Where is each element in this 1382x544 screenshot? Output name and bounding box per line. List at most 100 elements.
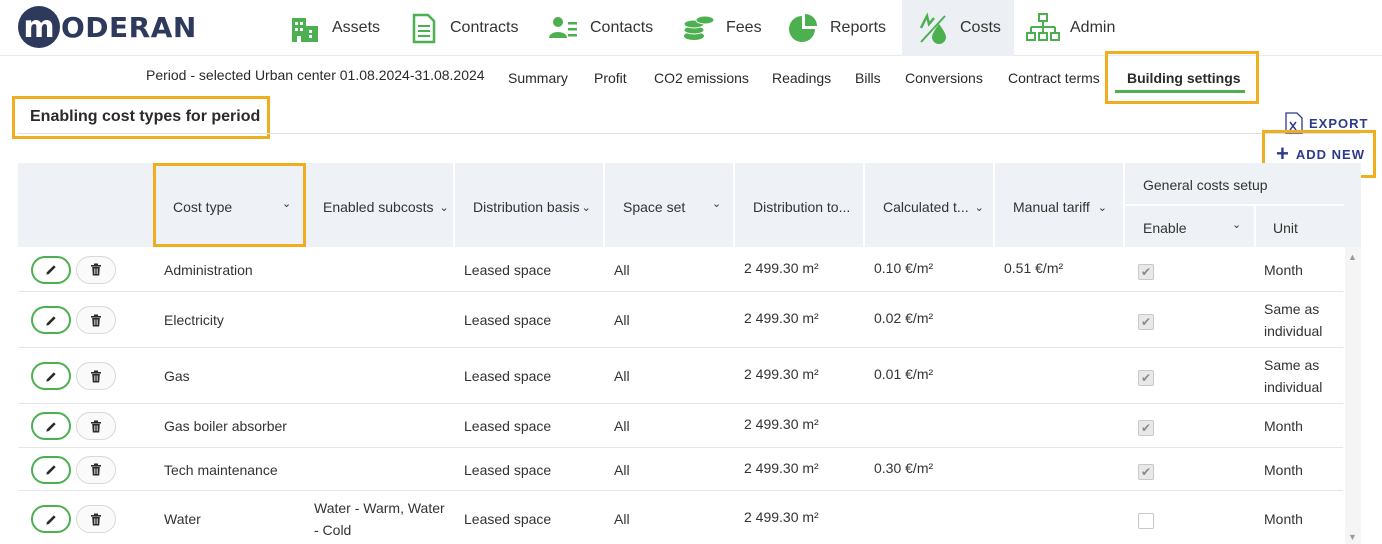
nav-contracts[interactable]: Contracts — [406, 0, 518, 56]
cell-space-set: All — [614, 261, 630, 278]
header-unit: Unit — [1273, 220, 1298, 236]
moderan-logo[interactable]: m ODERAN — [18, 6, 197, 48]
edit-button[interactable] — [31, 255, 71, 284]
highlight-building-settings — [1105, 51, 1259, 104]
nav-contacts[interactable]: Contacts — [546, 0, 653, 56]
nav-costs[interactable]: Costs — [902, 0, 1014, 56]
header-distribution-total[interactable]: Distribution to... — [753, 199, 850, 215]
edit-button[interactable] — [31, 505, 71, 533]
cell-distribution-basis: Leased space — [464, 418, 552, 434]
table-row: Tech maintenance Leased space All 2 499.… — [18, 448, 1343, 491]
cell-space-set: All — [614, 511, 630, 527]
contacts-icon — [546, 11, 580, 45]
coins-icon — [682, 11, 716, 45]
edit-button[interactable] — [31, 412, 71, 440]
plus-icon: + — [1276, 141, 1290, 166]
tab-summary[interactable]: Summary — [508, 70, 568, 86]
tab-profit[interactable]: Profit — [594, 70, 627, 86]
tab-contract-terms[interactable]: Contract terms — [1008, 70, 1100, 86]
enable-checkbox[interactable]: ✔ — [1138, 463, 1154, 480]
cell-space-set: All — [614, 312, 630, 328]
vertical-scrollbar[interactable] — [1345, 247, 1361, 544]
cell-manual-tariff: 0.51 €/m² — [1004, 259, 1064, 276]
header-space-set[interactable]: Space set — [623, 199, 685, 215]
delete-button[interactable] — [76, 306, 116, 334]
header-enable[interactable]: Enable — [1143, 220, 1187, 236]
cell-distribution-basis: Leased space — [464, 368, 552, 384]
edit-button[interactable] — [31, 306, 71, 334]
cell-distribution-basis: Leased space — [464, 511, 552, 527]
header-separator — [453, 163, 455, 247]
header-manual-tariff[interactable]: Manual tariff ⌄ — [1013, 199, 1107, 215]
scroll-up-arrow-icon[interactable]: ▲ — [1348, 252, 1357, 262]
section-title: Enabling cost types for period — [30, 108, 261, 125]
cell-cost-type: Electricity — [164, 312, 224, 328]
tab-conversions[interactable]: Conversions — [905, 70, 983, 86]
nav-label: Fees — [726, 19, 762, 36]
header-label: Space set — [623, 199, 686, 215]
cell-cost-type: Administration — [164, 261, 253, 278]
highlight-cost-type-header — [153, 163, 306, 247]
delete-button[interactable] — [76, 255, 116, 284]
delete-button[interactable] — [76, 412, 116, 440]
pencil-icon — [45, 465, 56, 475]
trash-icon — [91, 420, 101, 432]
delete-button[interactable] — [76, 362, 116, 390]
pie-chart-icon — [786, 11, 820, 45]
logo-text: ODERAN — [61, 10, 197, 44]
chevron-down-icon: ⌄ — [439, 202, 449, 214]
cell-distribution-basis: Leased space — [464, 261, 552, 278]
table-row: Electricity Leased space All 2 499.30 m²… — [18, 292, 1343, 348]
nav-reports[interactable]: Reports — [786, 0, 886, 56]
cell-unit: Month — [1264, 511, 1303, 527]
nav-assets[interactable]: Assets — [288, 0, 380, 56]
header-label: Enabled subcosts — [323, 199, 434, 215]
add-new-button[interactable]: + ADD NEW — [1276, 141, 1365, 166]
delete-button[interactable] — [76, 505, 116, 533]
energy-costs-icon — [916, 11, 950, 45]
cell-space-set: All — [614, 368, 630, 384]
chevron-down-icon[interactable]: ⌄ — [712, 197, 721, 210]
cell-distribution-total: 2 499.30 m² — [744, 459, 819, 476]
nav-fees[interactable]: Fees — [682, 0, 762, 56]
building-icon — [288, 11, 322, 45]
cell-calculated-tariff: 0.10 €/m² — [874, 259, 934, 276]
org-chart-icon — [1026, 11, 1060, 45]
cell-space-set: All — [614, 461, 630, 478]
enable-checkbox[interactable]: ✔ — [1138, 420, 1154, 436]
chevron-down-icon: ⌄ — [1097, 202, 1107, 214]
tab-bills[interactable]: Bills — [855, 70, 881, 86]
header-separator — [993, 163, 995, 247]
enable-checkbox[interactable]: ✔ — [1138, 370, 1154, 386]
scroll-down-arrow-icon[interactable]: ▼ — [1348, 532, 1357, 542]
header-label: Unit — [1273, 220, 1298, 236]
header-general-costs-setup: General costs setup — [1143, 177, 1268, 193]
enable-checkbox[interactable] — [1138, 513, 1154, 529]
cell-calculated-tariff: 0.02 €/m² — [874, 310, 934, 326]
edit-button[interactable] — [31, 455, 71, 484]
cell-unit: Month — [1264, 461, 1303, 478]
delete-button[interactable] — [76, 455, 116, 484]
table-row: Water Water - Warm, Water - Cold Leased … — [18, 491, 1343, 544]
nav-label: Contracts — [450, 19, 519, 36]
header-distribution-basis[interactable]: Distribution basis ⌄ — [473, 199, 591, 215]
nav-admin[interactable]: Admin — [1026, 0, 1115, 56]
nav-label: Assets — [332, 19, 381, 36]
tab-co2-emissions[interactable]: CO2 emissions — [654, 70, 749, 86]
chevron-down-icon: ⌄ — [581, 202, 591, 214]
pencil-icon — [45, 421, 56, 432]
header-calculated-tariff[interactable]: Calculated t... ⌄ — [883, 199, 984, 215]
nav-label: Reports — [830, 19, 887, 36]
cell-unit: Month — [1264, 418, 1303, 434]
period-selector[interactable]: Period - selected Urban center 01.08.202… — [146, 67, 485, 83]
edit-button[interactable] — [31, 362, 71, 390]
enable-checkbox[interactable]: ✔ — [1138, 263, 1154, 280]
chevron-down-icon[interactable]: ⌄ — [1232, 218, 1241, 231]
header-separator — [1254, 205, 1256, 247]
header-label: Distribution to... — [753, 199, 851, 215]
enable-checkbox[interactable]: ✔ — [1138, 314, 1154, 330]
cell-unit: Same as individual — [1264, 301, 1323, 339]
nav-label: Contacts — [590, 19, 654, 36]
tab-readings[interactable]: Readings — [772, 70, 831, 86]
header-enabled-subcosts[interactable]: Enabled subcosts ⌄ — [323, 199, 449, 215]
